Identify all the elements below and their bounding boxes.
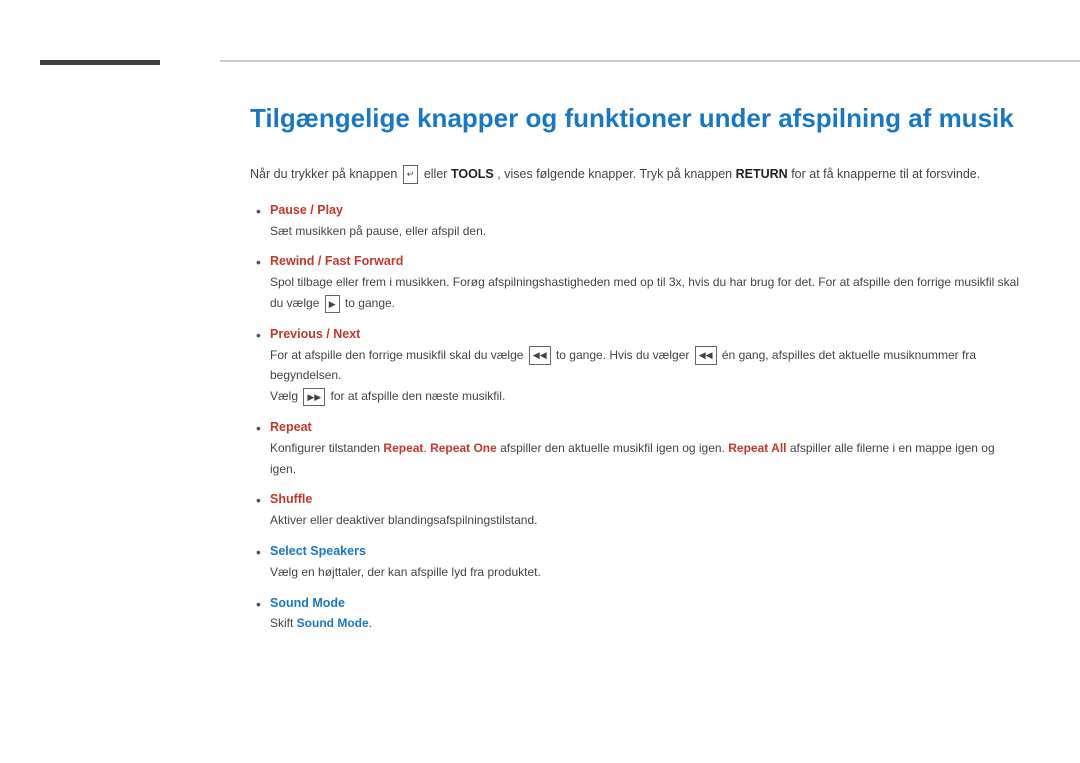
list-item-shuffle: Shuffle Aktiver eller deaktiver blanding… [270,489,1020,531]
return-label: RETURN [736,167,788,181]
forward-icon: ▶ [325,295,340,313]
list-item-pause-play: Pause / Play Sæt musikken på pause, elle… [270,200,1020,242]
sidebar [0,0,220,763]
sound-mode-bold: Sound Mode [297,616,369,630]
item-desc-repeat: Konfigurer tilstanden Repeat. Repeat One… [270,441,995,476]
item-desc-pause-play: Sæt musikken på pause, eller afspil den. [270,224,486,238]
page-container: Tilgængelige knapper og funktioner under… [0,0,1080,763]
intro-text-before: Når du trykker på knappen [250,167,397,181]
intro-text-middle: eller [424,167,448,181]
item-title-sound-mode: Sound Mode [270,596,345,610]
page-title: Tilgængelige knapper og funktioner under… [250,102,1020,136]
item-desc-shuffle: Aktiver eller deaktiver blandingsafspiln… [270,513,537,527]
return-icon: ↵ [403,165,419,183]
item-title-pause-play: Pause / Play [270,203,343,217]
item-title-shuffle: Shuffle [270,492,312,506]
list-item-select-speakers: Select Speakers Vælg en højttaler, der k… [270,541,1020,583]
feature-list: Pause / Play Sæt musikken på pause, elle… [250,200,1020,634]
repeat-all-bold: Repeat All [728,441,786,455]
list-item-sound-mode: Sound Mode Skift Sound Mode. [270,593,1020,635]
sidebar-bar [40,60,160,65]
list-item-previous-next: Previous / Next For at afspille den forr… [270,324,1020,407]
item-title-select-speakers: Select Speakers [270,544,366,558]
repeat-bold: Repeat [383,441,423,455]
intro-text-after: , vises følgende knapper. Tryk på knappe… [497,167,732,181]
item-desc-previous-next: For at afspille den forrige musikfil ska… [270,348,976,404]
item-title-previous-next: Previous / Next [270,327,360,341]
item-desc-rewind: Spol tilbage eller frem i musikken. Forø… [270,275,1019,310]
item-title-repeat: Repeat [270,420,312,434]
content-area: Tilgængelige knapper og funktioner under… [220,60,1080,763]
intro-text-end2: for at få knapperne til at forsvinde. [791,167,980,181]
list-item-repeat: Repeat Konfigurer tilstanden Repeat. Rep… [270,417,1020,479]
repeat-one-bold: Repeat One [430,441,497,455]
tools-label: TOOLS [451,167,494,181]
list-item-rewind: Rewind / Fast Forward Spol tilbage eller… [270,251,1020,313]
item-desc-sound-mode: Skift Sound Mode. [270,616,372,630]
prev-icon2: ◀◀ [695,346,717,364]
item-title-rewind: Rewind / Fast Forward [270,254,403,268]
next-icon: ▶▶ [303,388,325,406]
item-desc-select-speakers: Vælg en højttaler, der kan afspille lyd … [270,565,541,579]
prev-icon: ◀◀ [529,346,551,364]
intro-paragraph: Når du trykker på knappen ↵ eller TOOLS … [250,164,1020,184]
